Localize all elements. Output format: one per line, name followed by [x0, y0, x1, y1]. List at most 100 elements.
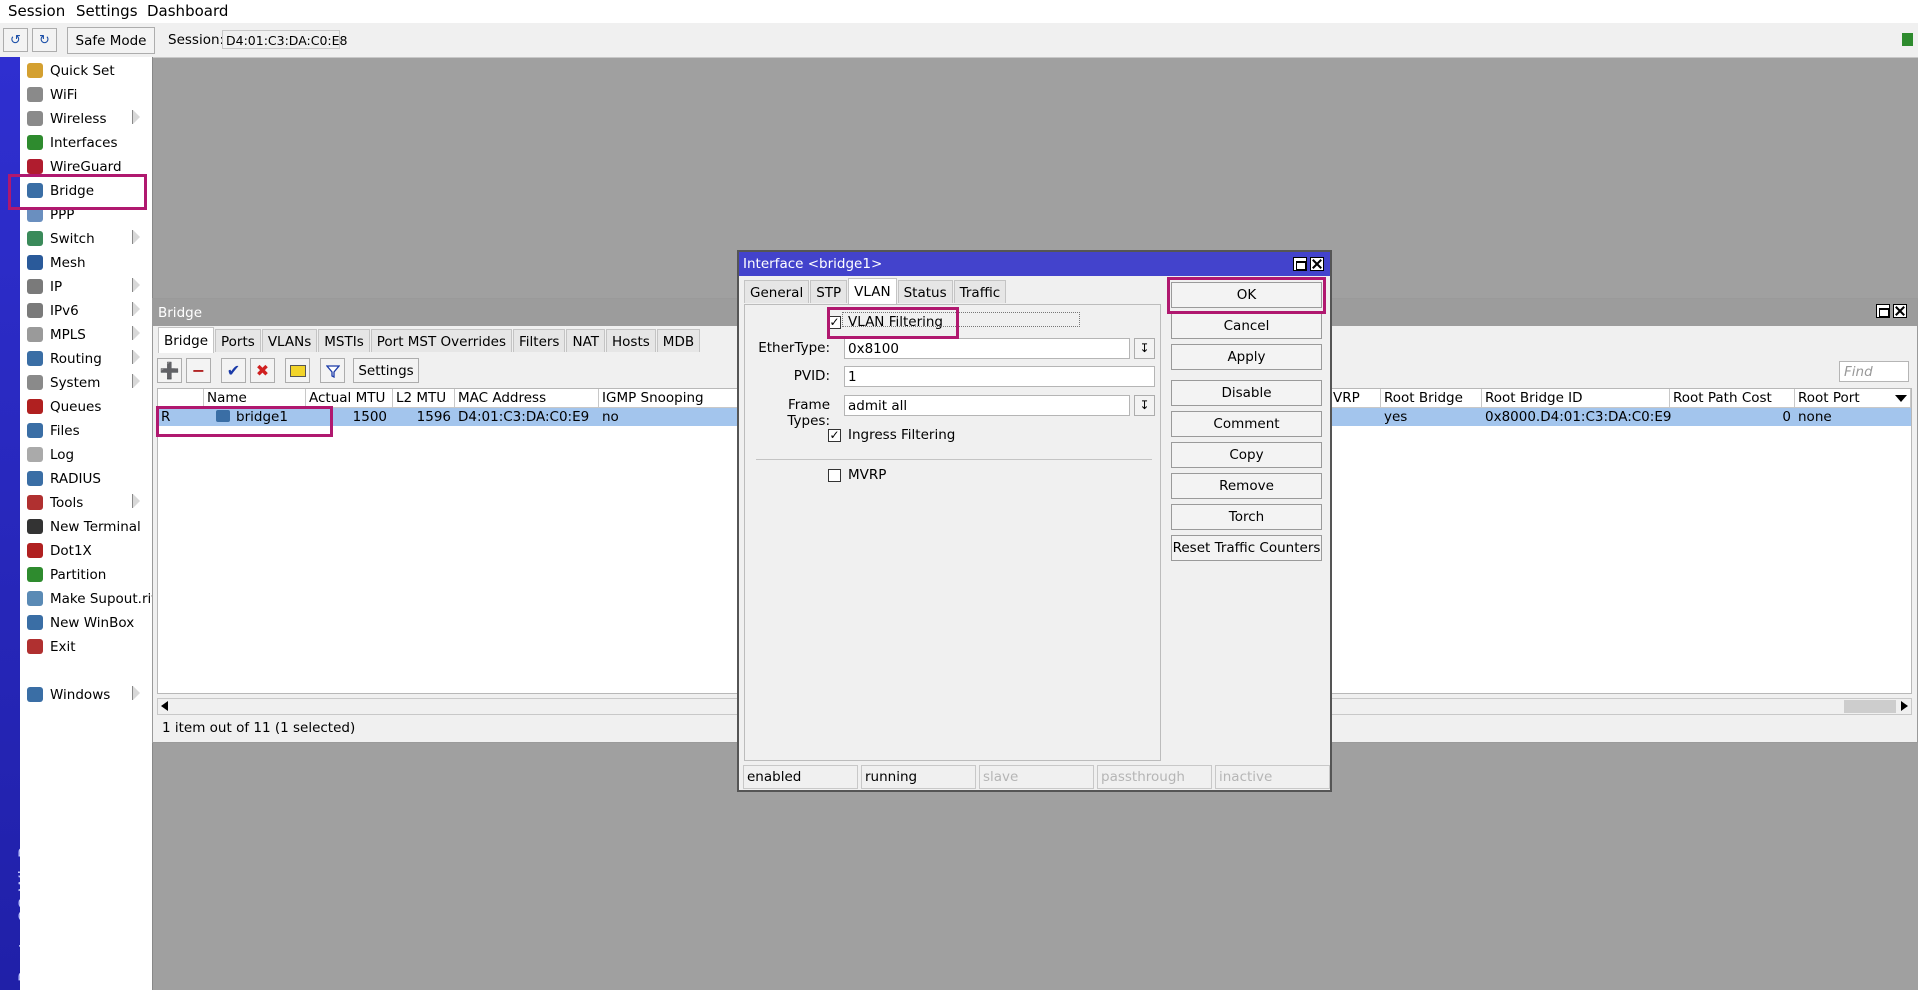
comment-button[interactable]: Comment: [1171, 411, 1322, 437]
tab-filters[interactable]: Filters: [513, 329, 566, 352]
row-igmp-snooping: no: [602, 409, 619, 425]
scroll-left-icon[interactable]: [161, 701, 168, 711]
ethertype-field[interactable]: 0x8100: [844, 338, 1130, 359]
column-header-mac-address[interactable]: MAC Address: [455, 389, 599, 408]
sidebar-item-mesh[interactable]: Mesh: [20, 251, 150, 274]
scroll-right-icon[interactable]: [1901, 701, 1908, 711]
sidebar-item-label: Dot1X: [50, 543, 92, 559]
submenu-arrow-icon: [132, 230, 140, 244]
dialog-close-icon[interactable]: [1310, 257, 1324, 271]
tab-mdb[interactable]: MDB: [656, 329, 701, 352]
ethertype-dropdown-icon[interactable]: ↧: [1134, 338, 1155, 359]
sidebar-item-new-winbox[interactable]: New WinBox: [20, 611, 150, 634]
frame-types-field[interactable]: admit all: [844, 395, 1130, 416]
cancel-button[interactable]: Cancel: [1171, 313, 1322, 339]
dialog-titlebar: Interface <bridge1>: [739, 252, 1330, 276]
sidebar-item-dot1x[interactable]: Dot1X: [20, 539, 150, 562]
tab-bridge[interactable]: Bridge: [158, 327, 215, 353]
column-menu-dropdown-icon[interactable]: [1895, 395, 1907, 402]
tab-ports[interactable]: Ports: [215, 329, 261, 352]
status-slave: slave: [979, 765, 1094, 789]
sidebar-item-interfaces[interactable]: Interfaces: [20, 131, 150, 154]
copy-button[interactable]: Copy: [1171, 442, 1322, 468]
column-header-root-bridge-id[interactable]: Root Bridge ID: [1482, 389, 1670, 408]
sidebar-item-make-supout-rif[interactable]: Make Supout.rif: [20, 587, 156, 610]
mvrp-checkbox[interactable]: [828, 469, 841, 482]
enable-icon[interactable]: ✔: [221, 358, 246, 383]
sidebar-item-ipv6[interactable]: IPv6: [20, 299, 150, 322]
sidebar-item-quick-set[interactable]: Quick Set: [20, 59, 150, 82]
dialog-tab-general[interactable]: General: [744, 280, 810, 303]
sidebar-item-wifi[interactable]: WiFi: [20, 83, 150, 106]
sidebar-item-label: Make Supout.rif: [50, 591, 157, 607]
column-header-l2-mtu[interactable]: L2 MTU: [393, 389, 455, 408]
sidebar-item-wireless[interactable]: Wireless: [20, 107, 150, 130]
sidebar-item-switch[interactable]: Switch: [20, 227, 150, 250]
sidebar-item-label: MPLS: [50, 327, 86, 343]
column-header-root-bridge[interactable]: Root Bridge: [1381, 389, 1482, 408]
reset-traffic-counters-button[interactable]: Reset Traffic Counters: [1171, 535, 1322, 561]
column-header-vrp[interactable]: VRP: [1330, 389, 1381, 408]
sidebar-item-files[interactable]: Files: [20, 419, 150, 442]
connection-status-indicator: [1902, 33, 1913, 46]
column-header-root-port[interactable]: Root Port: [1795, 389, 1911, 408]
pvid-field[interactable]: 1: [844, 366, 1155, 387]
torch-button[interactable]: Torch: [1171, 504, 1322, 530]
find-input[interactable]: Find: [1839, 361, 1909, 382]
tab-hosts[interactable]: Hosts: [606, 329, 656, 352]
dialog-tab-status[interactable]: Status: [897, 280, 953, 303]
sidebar-item-queues[interactable]: Queues: [20, 395, 150, 418]
dialog-tab-vlan[interactable]: VLAN: [848, 278, 897, 304]
column-header-root-path-cost[interactable]: Root Path Cost: [1670, 389, 1795, 408]
sidebar-item-label: Files: [50, 423, 80, 439]
row-root-port: none: [1798, 409, 1832, 425]
bridge-window-title: Bridge: [158, 305, 203, 321]
menu-session[interactable]: Session: [8, 2, 65, 20]
sidebar-item-label: WiFi: [50, 87, 78, 103]
sidebar-item-new-terminal[interactable]: New Terminal: [20, 515, 150, 538]
apply-button[interactable]: Apply: [1171, 344, 1322, 370]
maximize-icon[interactable]: [1876, 304, 1890, 318]
tab-port-mst-overrides[interactable]: Port MST Overrides: [370, 329, 512, 352]
dialog-tab-traffic[interactable]: Traffic: [953, 280, 1007, 303]
sidebar-item-exit[interactable]: Exit: [20, 635, 150, 658]
ingress-filtering-checkbox[interactable]: ✓: [828, 429, 841, 442]
dialog-tab-stp[interactable]: STP: [810, 280, 848, 303]
menu-dashboard[interactable]: Dashboard: [147, 2, 228, 20]
tab-vlans[interactable]: VLANs: [261, 329, 318, 352]
sidebar-item-radius[interactable]: RADIUS: [20, 467, 150, 490]
filter-icon[interactable]: [320, 358, 345, 383]
sidebar-item-partition[interactable]: Partition: [20, 563, 150, 586]
menu-settings[interactable]: Settings: [76, 2, 138, 20]
tab-nat[interactable]: NAT: [566, 329, 606, 352]
safe-mode-button[interactable]: Safe Mode: [67, 27, 155, 54]
sidebar-item-log[interactable]: Log: [20, 443, 150, 466]
settings-button[interactable]: Settings: [353, 358, 419, 383]
sidebar-item-tools[interactable]: Tools: [20, 491, 150, 514]
disable-button[interactable]: Disable: [1171, 380, 1322, 406]
sidebar-item-routing[interactable]: Routing: [20, 347, 150, 370]
close-icon[interactable]: [1893, 304, 1907, 318]
session-field[interactable]: D4:01:C3:DA:C0:E8: [222, 30, 348, 49]
tab-mstis[interactable]: MSTIs: [318, 329, 370, 352]
winbox-icon: [27, 615, 43, 630]
sidebar-item-system[interactable]: System: [20, 371, 150, 394]
routing-icon: [27, 351, 43, 366]
sidebar-item-ip[interactable]: IP: [20, 275, 150, 298]
remove-button[interactable]: Remove: [1171, 473, 1322, 499]
dialog-maximize-icon[interactable]: [1293, 257, 1307, 271]
remove-icon[interactable]: −: [186, 358, 211, 383]
column-header-igmp-snooping[interactable]: IGMP Snooping: [599, 389, 745, 408]
undo-button[interactable]: ↺: [3, 28, 28, 52]
disable-icon[interactable]: ✖: [250, 358, 275, 383]
frame-types-dropdown-icon[interactable]: ↧: [1134, 395, 1155, 416]
sidebar-item-windows[interactable]: Windows: [20, 683, 150, 706]
sidebar-item-label: New WinBox: [50, 615, 135, 631]
add-icon[interactable]: ➕: [157, 358, 182, 383]
sidebar-item-mpls[interactable]: MPLS: [20, 323, 150, 346]
comment-icon[interactable]: [285, 358, 310, 383]
scrollbar-thumb[interactable]: [1844, 700, 1896, 713]
redo-button[interactable]: ↻: [32, 28, 57, 52]
row-mac-address: D4:01:C3:DA:C0:E9: [458, 409, 590, 425]
queues-icon: [27, 399, 43, 414]
